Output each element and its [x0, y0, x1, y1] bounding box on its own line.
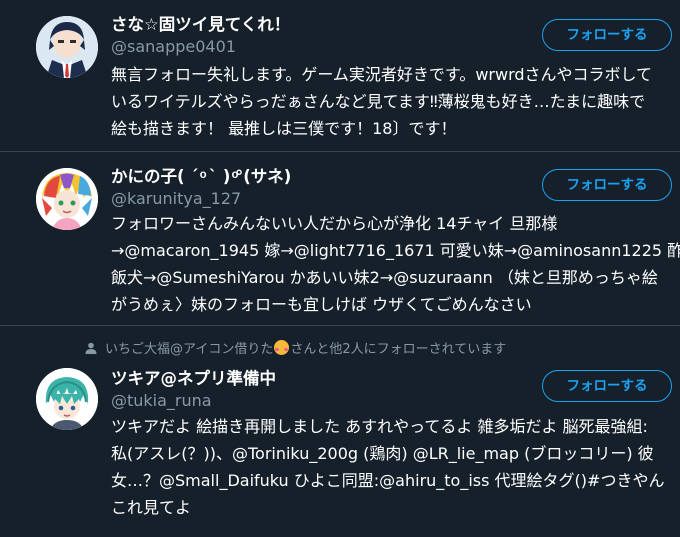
person-icon: [85, 342, 97, 354]
bio-line: →@macaron_1945 嫁→@light7716_1671 可愛い妹→@a…: [111, 241, 680, 260]
user-bio: 無言フォロー失礼します。ゲーム実況者好きです。wrwrdさんやコラボして いるワ…: [111, 61, 671, 142]
bio-line: 私(アスレ(？))、@Toriniku_200g (鶏肉) @LR_lie_ma…: [111, 444, 654, 463]
bio-line: 女…？@Small_Daifuku ひよこ同盟:@ahiru_to_iss 代理…: [111, 471, 665, 490]
bio-line: これ見てよ: [111, 498, 192, 517]
user-handle[interactable]: @karunitya_127: [111, 188, 241, 210]
user-bio: フォロワーさんみんないい人だから心が浄化 14チャイ 旦那様 →@macaron…: [111, 210, 680, 318]
bio-line: がうめぇ〉妹のフォローも宜しけば ウザくてごめんなさい: [111, 295, 532, 314]
follow-button[interactable]: フォローする: [542, 169, 672, 201]
user-bio: ツキアだよ 絵描き再開しました あすれやってるよ 雑多垢だよ 脳死最強組: 私(…: [111, 413, 671, 521]
avatar-teal-hair-icon[interactable]: [36, 368, 98, 430]
bio-line: 絵も描きます！ 最推しは三僕です！18〕です！: [111, 119, 457, 138]
bio-line: 無言フォロー失礼します。ゲーム実況者好きです。wrwrdさんやコラボして: [111, 65, 653, 84]
user-cell[interactable]: さな☆固ツイ見てくれ！ @sanappe0401 フォローする 無言フォロー失礼…: [0, 0, 680, 152]
user-name[interactable]: さな☆固ツイ見てくれ！: [111, 14, 290, 36]
bio-line: 飯犬→@SumeshiYarou かあいい妹2→@suzuraann （妹と旦那…: [111, 268, 658, 287]
follow-button[interactable]: フォローする: [542, 19, 672, 51]
bio-line: フォロワーさんみんないい人だから心が浄化 14チャイ 旦那様: [111, 214, 558, 233]
social-context-text: さんと他2人にフォローされています: [290, 342, 507, 357]
user-handle[interactable]: @tukia_runa: [111, 390, 212, 412]
user-handle[interactable]: @sanappe0401: [111, 36, 236, 58]
avatar-colorful-hair-icon[interactable]: [36, 168, 98, 230]
user-name[interactable]: ツキア@ネプリ準備中: [111, 368, 276, 390]
bio-line: ツキアだよ 絵描き再開しました あすれやってるよ 雑多垢だよ 脳死最強組:: [111, 417, 648, 436]
user-cell[interactable]: いちご大福@アイコン借りた さんと他2人にフォローされています ツキア@ネプリ準備…: [0, 326, 680, 537]
user-name[interactable]: かにの子( ´ ͦ ` ) ͦ°(サネ): [111, 166, 291, 188]
social-context: いちご大福@アイコン借りた さんと他2人にフォローされています: [85, 340, 506, 359]
user-cell[interactable]: かにの子( ´ ͦ ` ) ͦ°(サネ) @karunitya_127 フォロー…: [0, 152, 680, 326]
smiling-face-hearts-emoji: [274, 340, 290, 355]
social-context-text[interactable]: いちご大福@アイコン借りた: [105, 342, 273, 357]
follow-button[interactable]: フォローする: [542, 370, 672, 402]
bio-line: いるワイテルズやらっだぁさんなど見てます‼薄桜鬼も好き…たまに趣味で: [111, 92, 646, 111]
avatar-boy-suit-icon[interactable]: [36, 16, 98, 78]
